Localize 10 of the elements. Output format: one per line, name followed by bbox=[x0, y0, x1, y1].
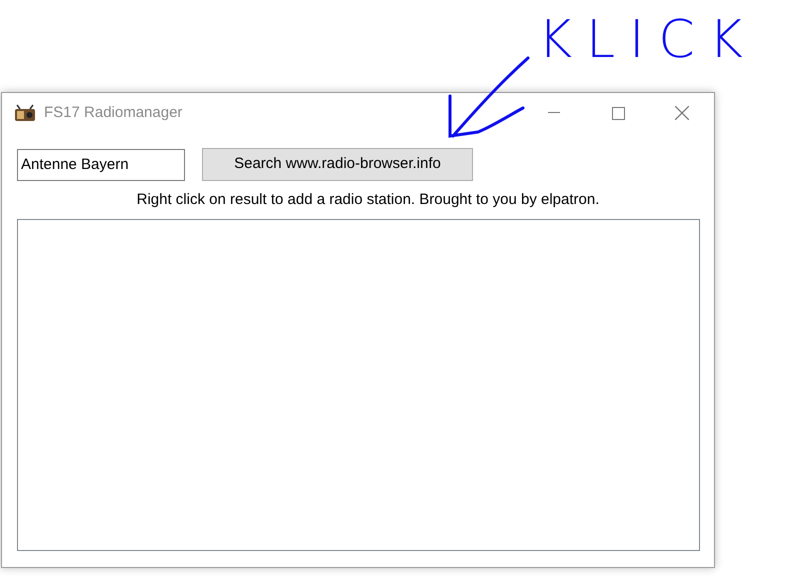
search-field[interactable]: Antenne Bayern bbox=[17, 148, 185, 180]
radio-icon bbox=[14, 104, 36, 122]
hint-text: Right click on result to add a radio station. Brought to you by elpatron. bbox=[136, 190, 600, 210]
minimize-icon bbox=[548, 112, 560, 114]
window-title: FS17 Radiomanager bbox=[44, 102, 182, 123]
results-list[interactable] bbox=[17, 218, 700, 550]
maximize-icon bbox=[612, 106, 624, 120]
close-icon bbox=[675, 106, 689, 120]
search-button[interactable]: Search www.radio-browser.info bbox=[202, 148, 473, 181]
handwritten-annotation: KLICK bbox=[538, 14, 757, 66]
